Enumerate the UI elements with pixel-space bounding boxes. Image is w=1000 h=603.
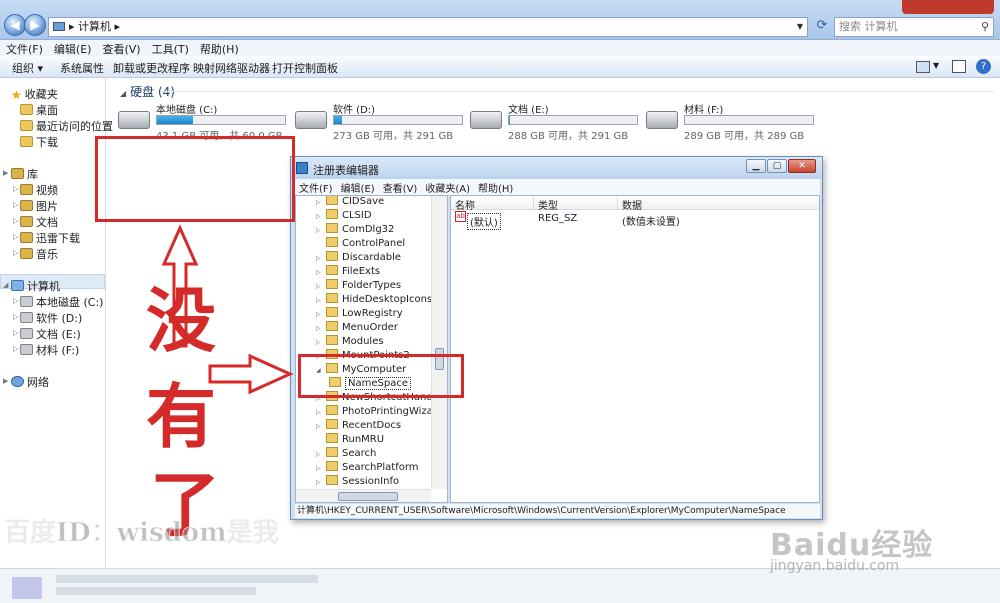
annotation-char-1: 没: [146, 279, 216, 362]
author-watermark: 百度ID：wisdom是我: [4, 518, 280, 549]
baidu-url: jingyan.baidu.com: [770, 558, 900, 574]
baidu-jingyan-logo: Baidu经验 jingyan.baidu.com: [770, 520, 933, 574]
arrow-right-icon: [208, 353, 294, 395]
annotation-char-2: 有: [146, 375, 216, 458]
